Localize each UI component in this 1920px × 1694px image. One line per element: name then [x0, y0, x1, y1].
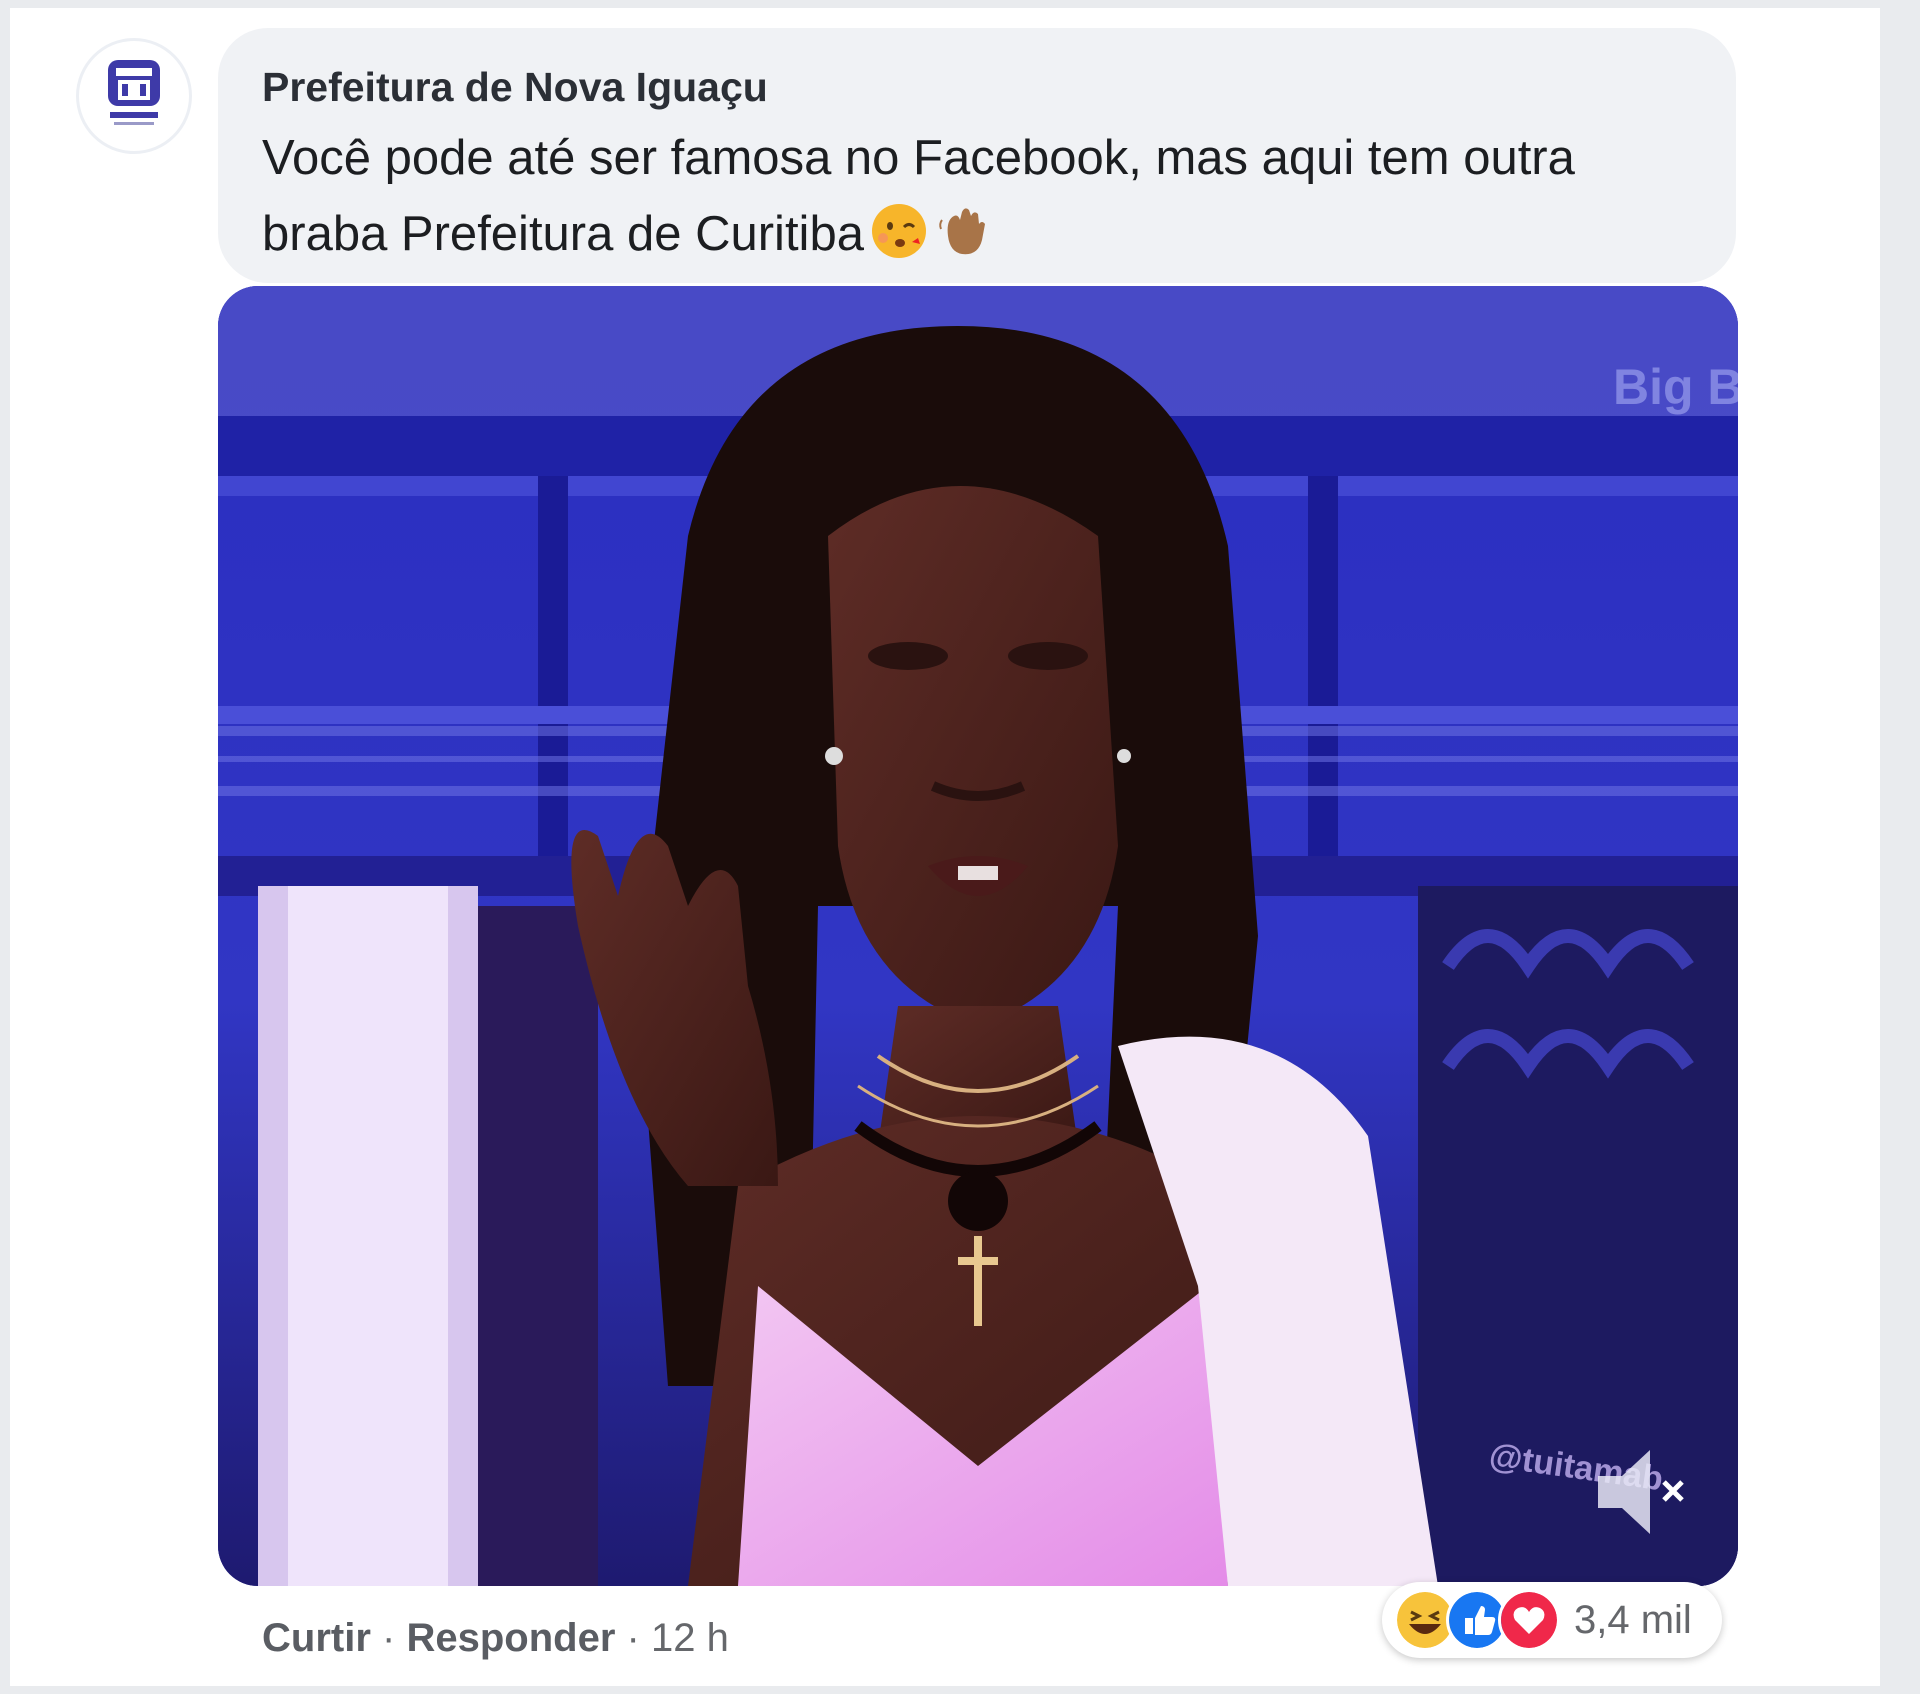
- comment-bubble: Prefeitura de Nova Iguaçu Você pode até …: [218, 28, 1736, 283]
- comment-author[interactable]: Prefeitura de Nova Iguaçu: [262, 64, 768, 111]
- page-avatar[interactable]: [76, 38, 192, 154]
- comment-time[interactable]: 12 h: [651, 1616, 729, 1660]
- love-icon: [1498, 1589, 1560, 1651]
- reactions-summary[interactable]: 3,4 mil: [1382, 1582, 1722, 1658]
- video-channel-watermark: Big Brother: [1613, 359, 1738, 415]
- city-logo-icon: [86, 48, 182, 144]
- separator: ·: [626, 1616, 640, 1660]
- comment-text-block: Você pode até ser famosa no Facebook, ma…: [262, 120, 1702, 272]
- waving-hand-emoji: [934, 202, 992, 260]
- video-player[interactable]: Big Brother @tuitamab: [218, 286, 1738, 1586]
- kissing-face-emoji: [870, 202, 928, 260]
- video-frame: Big Brother @tuitamab: [218, 286, 1738, 1586]
- comment-card: Prefeitura de Nova Iguaçu Você pode até …: [10, 8, 1880, 1686]
- comment-actions: Curtir · Responder · 12 h: [262, 1616, 729, 1661]
- like-link[interactable]: Curtir: [262, 1616, 371, 1660]
- reactions-count: 3,4 mil: [1574, 1597, 1692, 1642]
- separator: ·: [382, 1616, 396, 1660]
- reply-link[interactable]: Responder: [406, 1616, 615, 1660]
